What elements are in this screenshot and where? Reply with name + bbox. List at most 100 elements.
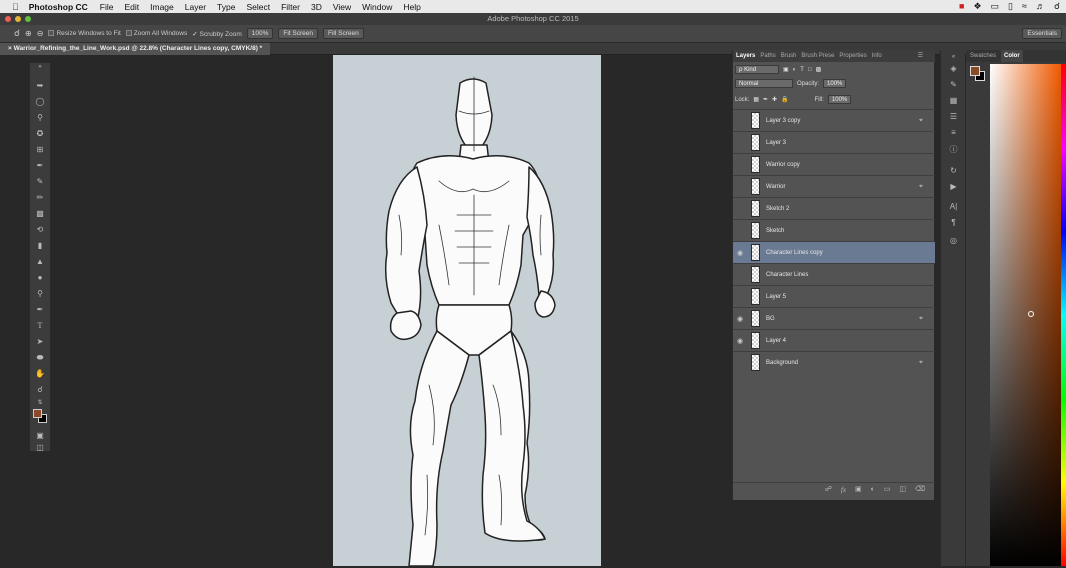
status-icon[interactable]: ■ — [959, 1, 964, 12]
menu-layer[interactable]: Layer — [185, 2, 206, 12]
menu-image[interactable]: Image — [150, 2, 174, 12]
menu-view[interactable]: View — [333, 2, 351, 12]
layer-row[interactable]: Sketch — [733, 219, 935, 241]
fit-screen-button[interactable]: Fit Screen — [278, 28, 319, 39]
quick-mask-icon[interactable]: ▣ — [30, 429, 50, 443]
layer-name[interactable]: Layer 5 — [766, 294, 786, 300]
display-icon[interactable]: ▭ — [991, 1, 1000, 12]
eye-icon[interactable]: ◉ — [733, 249, 747, 257]
foreground-color-swatch[interactable] — [33, 409, 42, 418]
menu-help[interactable]: Help — [403, 2, 420, 12]
layer-row[interactable]: Warrior ⌖ — [733, 175, 935, 197]
layer-mask-icon[interactable]: ▣ — [855, 483, 862, 496]
move-tool-icon[interactable]: ➥ — [30, 79, 50, 93]
healing-brush-tool-icon[interactable]: ✎ — [30, 175, 50, 189]
blur-tool-icon[interactable]: ● — [30, 271, 50, 285]
dropbox-icon[interactable]: ❖ — [973, 1, 981, 12]
app-menu[interactable]: Photoshop CC — [29, 2, 88, 12]
tab-paths[interactable]: Paths — [760, 50, 775, 62]
pen-tool-icon[interactable]: ✒ — [30, 303, 50, 317]
color-field[interactable] — [990, 64, 1061, 566]
menu-type[interactable]: Type — [217, 2, 235, 12]
tab-brush-presets[interactable]: Brush Prese — [801, 50, 834, 62]
eyedropper-tool-icon[interactable]: ✒ — [30, 159, 50, 173]
adjustments-dock-icon[interactable]: ☰ — [941, 112, 966, 121]
menu-select[interactable]: Select — [246, 2, 270, 12]
layer-row[interactable]: Layer 3 copy ⌖ — [733, 109, 935, 131]
zoom-out-icon[interactable]: ⊖ — [37, 29, 44, 38]
fill-field[interactable]: 100% — [827, 95, 852, 104]
filter-kind-select[interactable]: ρ Kind — [735, 65, 779, 74]
menu-3d[interactable]: 3D — [311, 2, 322, 12]
zoom-all-checkbox[interactable]: Zoom All Windows — [125, 30, 187, 37]
layer-name[interactable]: Sketch — [766, 228, 784, 234]
filter-smart-object-icon[interactable]: ▩ — [816, 66, 822, 73]
properties-dock-icon[interactable]: ≡ — [941, 128, 966, 137]
brush-tool-icon[interactable]: ✏ — [30, 191, 50, 205]
tab-swatches[interactable]: Swatches — [970, 50, 996, 62]
scrubby-zoom-checkbox[interactable]: ✓ Scrubby Zoom — [192, 30, 242, 38]
close-window-icon[interactable] — [5, 16, 11, 22]
info-dock-icon[interactable]: ⓘ — [941, 144, 966, 155]
blend-mode-select[interactable]: Normal — [735, 79, 793, 88]
hue-slider[interactable] — [1061, 64, 1066, 566]
document-tab[interactable]: × Warrior_Refining_the_Line_Work.psd @ 2… — [0, 43, 271, 55]
dodge-tool-icon[interactable]: ⚲ — [30, 287, 50, 301]
workspace-switcher[interactable]: Essentials — [1022, 28, 1062, 39]
zoom-in-icon[interactable]: ⊕ — [25, 29, 32, 38]
tab-layers[interactable]: Layers — [736, 50, 755, 62]
menu-edit[interactable]: Edit — [124, 2, 139, 12]
layer-name[interactable]: Sketch 2 — [766, 206, 789, 212]
new-group-icon[interactable]: ▭ — [884, 483, 891, 496]
layer-name[interactable]: Warrior copy — [766, 162, 800, 168]
layer-row[interactable]: ◉ BG ⌖ — [733, 307, 935, 329]
fill-screen-button[interactable]: Fill Screen — [323, 28, 364, 39]
filter-adjustment-icon[interactable]: ◐ — [793, 67, 797, 73]
quick-select-tool-icon[interactable]: ✪ — [30, 127, 50, 141]
clone-stamp-tool-icon[interactable]: ▩ — [30, 207, 50, 221]
layer-row[interactable]: ◉ Character Lines copy — [733, 241, 935, 263]
brush-dock-icon[interactable]: ✎ — [941, 80, 966, 89]
paint-bucket-tool-icon[interactable]: ▲ — [30, 255, 50, 269]
type-tool-icon[interactable]: T — [30, 319, 50, 333]
actions-dock-icon[interactable]: ▶ — [941, 182, 966, 191]
layer-name[interactable]: Character Lines copy — [766, 250, 823, 256]
menu-file[interactable]: File — [100, 2, 114, 12]
zoom-100-button[interactable]: 100% — [246, 28, 274, 39]
zoom-window-icon[interactable] — [25, 16, 31, 22]
layer-name[interactable]: Layer 3 copy — [766, 118, 800, 124]
path-select-tool-icon[interactable]: ➤ — [30, 335, 50, 349]
search-icon[interactable]: ☌ — [1054, 1, 1060, 12]
layer-name[interactable]: Layer 4 — [766, 338, 786, 344]
eye-icon[interactable]: ◉ — [733, 337, 747, 345]
collapse-tools-icon[interactable]: » — [30, 63, 50, 71]
color-picker-marker[interactable] — [1028, 311, 1034, 317]
tab-info[interactable]: Info — [872, 50, 882, 62]
layer-row[interactable]: Warrior copy — [733, 153, 935, 175]
filter-shape-icon[interactable]: □ — [808, 67, 812, 73]
lasso-tool-icon[interactable]: ⚲ — [30, 111, 50, 125]
3d-dock-icon[interactable]: ◎ — [941, 236, 966, 245]
delete-layer-icon[interactable]: ⌫ — [915, 483, 925, 496]
color-panel-foreground-swatch[interactable] — [970, 66, 980, 76]
layer-name[interactable]: Layer 3 — [766, 140, 786, 146]
zoom-tool-icon[interactable]: ☌ — [14, 28, 20, 39]
lock-transparent-icon[interactable]: ▦ — [753, 96, 759, 103]
filter-type-icon[interactable]: T — [800, 67, 804, 73]
history-dock-icon[interactable]: ↻ — [941, 166, 966, 175]
layer-name[interactable]: BG — [766, 316, 775, 322]
tab-brush[interactable]: Brush — [781, 50, 797, 62]
layer-row[interactable]: Background ⌖ — [733, 351, 935, 373]
swap-colors-icon[interactable]: ⇅ — [30, 399, 50, 407]
wifi-icon[interactable]: ≈ — [1022, 1, 1027, 12]
resize-windows-checkbox[interactable]: Resize Windows to Fit — [48, 30, 121, 37]
eraser-tool-icon[interactable]: ▮ — [30, 239, 50, 253]
marquee-tool-icon[interactable]: ◯ — [30, 95, 50, 109]
history-brush-tool-icon[interactable]: ⟲ — [30, 223, 50, 237]
lock-all-icon[interactable]: 🔒 — [781, 96, 788, 103]
character-dock-icon[interactable]: A| — [941, 202, 966, 211]
apple-icon[interactable]:  — [12, 2, 19, 12]
volume-icon[interactable]: ♬ — [1036, 1, 1045, 12]
panel-menu-icon[interactable]: ☰ — [918, 50, 923, 62]
link-layers-icon[interactable]: ☍ — [825, 483, 832, 496]
